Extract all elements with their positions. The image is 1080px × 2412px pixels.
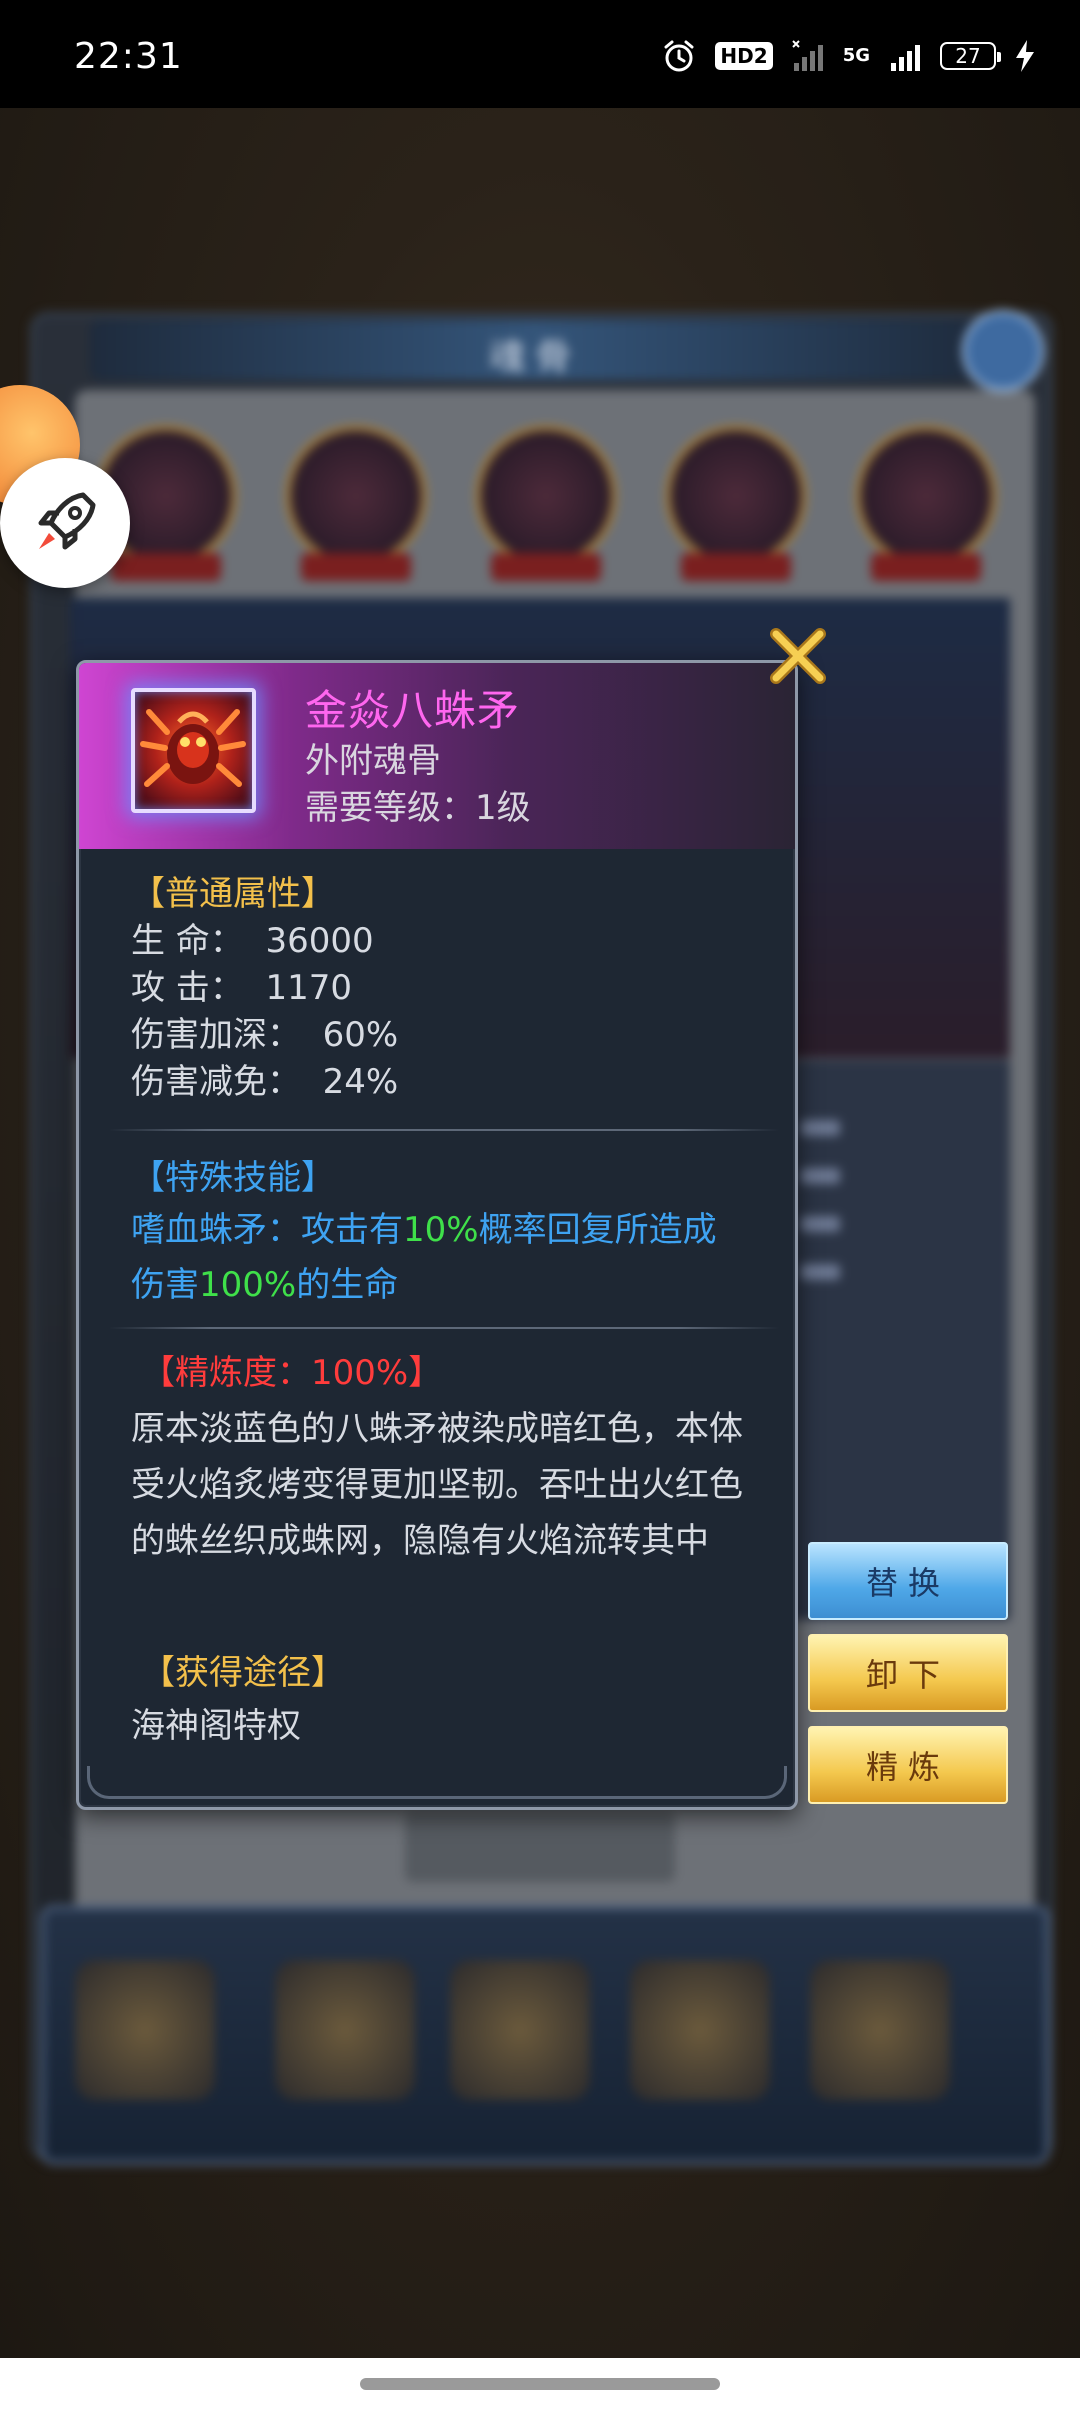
background-title-bar: 魂骨 — [90, 320, 980, 380]
spider-spear-icon — [140, 709, 246, 787]
hd-icon: HD2 — [715, 42, 773, 70]
special-skill-section: 【特殊技能】 嗜血蛛矛：攻击有10%概率回复所造成伤害100%的生命 — [131, 1153, 771, 1313]
stat-label: 伤害加深： — [131, 1015, 301, 1055]
rocket-icon — [38, 492, 96, 550]
section-divider — [109, 1129, 779, 1131]
special-skill-title: 【特殊技能】 — [131, 1158, 335, 1198]
item-name: 金焱八蛛矛 — [305, 686, 521, 735]
skill-highlight: 100% — [199, 1265, 297, 1305]
stat-row: 攻 击： 1170 — [131, 965, 771, 1012]
item-level-requirement: 需要等级：1级 — [305, 788, 531, 828]
nav-item[interactable] — [450, 1960, 590, 2100]
background-text-line — [800, 1264, 840, 1280]
alarm-icon — [664, 40, 694, 72]
battery-icon: 27 — [940, 42, 1001, 70]
skill-text: 伤害 — [131, 1265, 199, 1305]
bone-slot-5[interactable] — [855, 425, 997, 581]
background-attribute-box — [790, 1060, 1010, 1620]
background-close-button[interactable] — [962, 310, 1044, 392]
close-icon[interactable] — [768, 626, 828, 686]
battery-level: 27 — [955, 44, 981, 68]
wifi-signal-icon — [791, 40, 823, 71]
bone-slot-3[interactable] — [475, 425, 617, 581]
home-indicator[interactable] — [360, 2378, 720, 2390]
background-text-line — [800, 1216, 840, 1232]
stat-value: 60% — [322, 1015, 399, 1055]
background-text-line — [800, 1168, 840, 1184]
stat-label: 伤害减免： — [131, 1062, 301, 1102]
stat-label: 攻 击： — [131, 968, 244, 1008]
bone-slot-2[interactable] — [285, 425, 427, 581]
unequip-button[interactable]: 卸下 — [808, 1634, 1008, 1712]
background-bottom-button[interactable] — [405, 1812, 675, 1882]
refinement-title: 【精炼度：100%】 — [141, 1353, 443, 1393]
skill-highlight: 10% — [403, 1210, 479, 1250]
floating-rocket-button[interactable] — [0, 458, 130, 588]
refinement-description: 原本淡蓝色的八蛛矛被染成暗红色，本体受火焰炙烤变得更加坚韧。吞吐出火红色的蛛丝织… — [131, 1409, 743, 1561]
refine-button[interactable]: 精炼 — [808, 1726, 1008, 1804]
stat-label: 生 命： — [131, 921, 244, 961]
stat-value: 24% — [322, 1062, 399, 1102]
item-detail-tooltip: 金焱八蛛矛 外附魂骨 需要等级：1级 【普通属性】 生 命： 36000 攻 击… — [76, 660, 798, 1810]
status-time: 22:31 — [74, 36, 183, 77]
replace-button[interactable]: 替换 — [808, 1542, 1008, 1620]
item-type: 外附魂骨 — [305, 741, 441, 781]
status-bar: 22:31 HD2 5G 27 — [0, 0, 1080, 108]
item-icon-frame — [131, 688, 256, 813]
skill-text: 嗜血蛛矛：攻击有 — [131, 1210, 403, 1250]
stat-row: 伤害加深： 60% — [131, 1012, 771, 1059]
skill-text: 的生命 — [296, 1265, 399, 1305]
section-divider — [109, 1327, 779, 1329]
stat-row: 伤害减免： 24% — [131, 1059, 771, 1106]
bone-slot-4[interactable] — [665, 425, 807, 581]
obtain-section: 【获得途径】 海神阁特权 — [131, 1648, 771, 1754]
nav-item[interactable] — [275, 1960, 415, 2100]
refinement-section: 【精炼度：100%】 原本淡蓝色的八蛛矛被染成暗红色，本体受火焰炙烤变得更加坚韧… — [131, 1345, 771, 1569]
background-title: 魂骨 — [488, 337, 581, 378]
common-attributes-section: 【普通属性】 生 命： 36000 攻 击： 1170 伤害加深： 60% 伤害… — [131, 871, 771, 1106]
item-header: 金焱八蛛矛 外附魂骨 需要等级：1级 — [79, 663, 795, 849]
nav-back-button[interactable] — [75, 1960, 215, 2100]
stat-row: 生 命： 36000 — [131, 918, 771, 965]
stat-value: 36000 — [265, 921, 374, 961]
charging-icon — [1016, 40, 1034, 72]
special-skill-description: 嗜血蛛矛：攻击有10%概率回复所造成伤害100%的生命 — [131, 1203, 771, 1313]
obtain-source: 海神阁特权 — [131, 1706, 301, 1746]
cellular-signal-icon — [891, 45, 920, 71]
nav-item[interactable] — [810, 1960, 950, 2100]
obtain-title: 【获得途径】 — [141, 1653, 345, 1693]
status-icons: HD2 5G 27 — [661, 34, 1036, 78]
nav-item[interactable] — [630, 1960, 770, 2100]
background-text-line — [800, 1120, 840, 1136]
skill-text: 概率回复所造成 — [478, 1210, 717, 1250]
stat-value: 1170 — [265, 968, 352, 1008]
network-type-label: 5G — [842, 45, 870, 66]
common-attributes-title: 【普通属性】 — [131, 874, 335, 914]
